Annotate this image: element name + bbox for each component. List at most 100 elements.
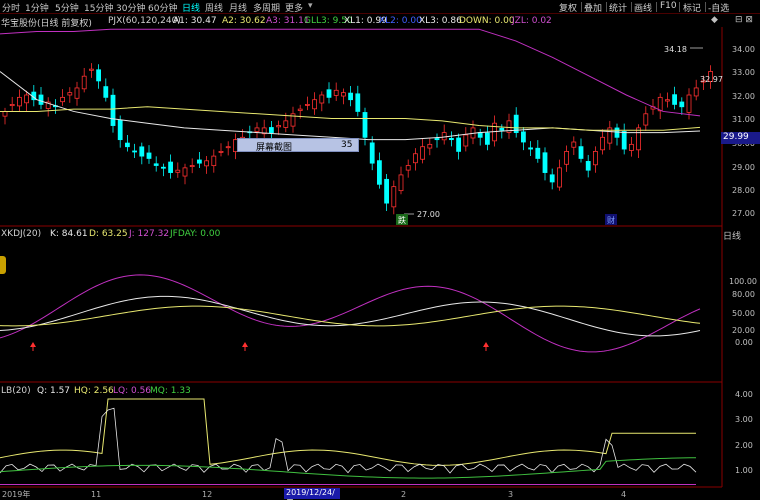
candle-body [2,111,8,117]
price-axis-label: 32.00 [732,92,755,101]
candle-body [398,174,404,192]
candle-body [557,167,562,188]
price-axis-label: 34.00 [732,45,755,54]
tooltip-value: 35 [341,140,353,150]
candle-body [484,132,490,145]
candle-body [326,89,332,98]
candle-body [535,147,541,159]
low-price-label: 27.00 [417,210,440,219]
candle-body [693,87,699,97]
candle-body [225,146,231,149]
candle-body [571,141,577,148]
candle-body [456,137,462,152]
candle-body [679,101,685,108]
candle-body [196,159,202,164]
candle-body [629,143,634,151]
price-axis-label: 31.00 [732,115,755,124]
lb-axis: 4.00 3.00 2.00 1.00 [735,390,753,475]
candle-body [362,112,368,138]
candle-body [477,132,483,138]
candle-body [24,94,30,104]
candle-body [384,178,390,204]
candle-body [355,93,361,112]
ma-line-A2 [0,106,701,131]
price-axis-label: 29.00 [732,163,755,172]
candle-body [312,99,318,110]
candle-body [549,174,555,183]
candle-body [542,152,548,173]
stock-chart: 34.00 33.00 32.00 31.00 3 0.00 29.00 28.0… [0,27,757,499]
crosshair-date-label: 2019/12/24/二 [284,488,340,500]
date-label: 11 [91,490,101,499]
lb-axis-label: 2.00 [735,441,753,450]
candle-body [391,186,397,208]
candle-body [117,119,123,141]
price-axis-label: 27.00 [732,209,755,218]
kdj-axis-label: 0.00 [735,338,753,347]
lb-lines [0,398,697,485]
candle-body [139,146,145,157]
screenshot-tooltip: 屏幕截图 35 [237,138,359,153]
candle-body [9,104,15,107]
candle-body [672,94,677,105]
candle-body [593,150,598,166]
candle-body [16,96,22,107]
candle-body [283,120,289,128]
candle-body [521,131,526,143]
lb-mq-line [0,457,697,479]
candle-body [182,167,188,177]
candle-body [528,147,533,150]
kdj-axis-label: 20.00 [732,326,755,335]
candle-body [125,142,130,148]
date-label: 2 [401,490,406,499]
kdj-lines [0,274,701,353]
candle-body [340,92,346,97]
lb-axis-label: 4.00 [735,390,753,399]
lb-hq-line [0,398,696,466]
candle-body [276,125,282,128]
candle-body [189,165,195,167]
fall-badge-label: 跌 [398,215,406,225]
candle-body [254,127,260,132]
candle-body [218,150,224,153]
candle-body [96,69,101,82]
candle-body [600,136,605,151]
kdj-d-line [0,305,701,327]
candle-body [67,92,73,96]
candle-body [89,68,94,71]
candle-body [333,89,339,96]
candle-body [434,138,440,141]
candle-body [499,127,505,131]
candle-body [38,94,44,105]
date-label: 2019年 [2,489,30,499]
lb-q-line [0,407,697,474]
candle-body [578,146,584,159]
candle-body [211,155,217,167]
lb-axis-label: 3.00 [735,415,753,424]
candle-body [175,169,181,173]
ma-line-A3 [0,28,701,117]
candle-body [405,165,411,171]
candle-body [319,94,325,104]
candle-body [427,143,433,149]
candle-body [81,75,87,90]
candle-body [621,131,627,150]
candle-body [103,86,109,98]
candle-body [665,99,670,102]
finance-badge-label: 财 [607,215,615,225]
candle-body [686,94,692,113]
candle-body [348,92,354,101]
date-label: 12 [202,490,212,499]
candle-body [643,113,649,126]
candle-body [376,160,382,185]
buy-arrow-icon [483,342,489,351]
candle-body [168,161,174,173]
candle-body [657,96,663,112]
last-price-label: 32.97 [700,75,723,84]
candle-body [304,104,310,106]
candle-body [614,127,620,138]
candle-body [110,94,116,126]
kdj-axis-label: 50.00 [732,309,755,318]
lb-axis-label: 1.00 [735,466,753,475]
buy-arrow-icon [30,342,36,351]
